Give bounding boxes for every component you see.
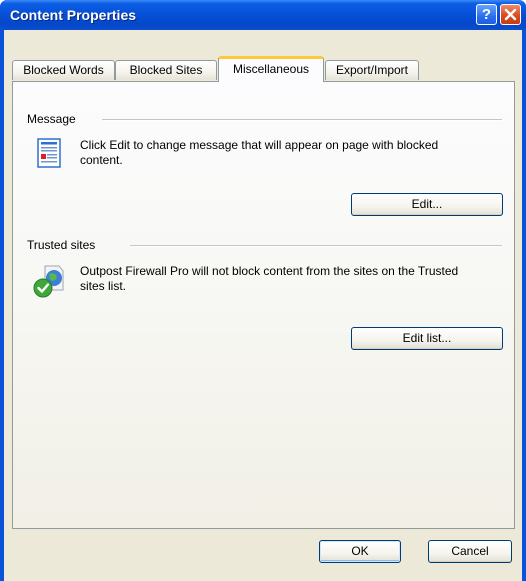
trusted-sites-description: Outpost Firewall Pro will not block cont… — [80, 264, 459, 293]
ok-button[interactable]: OK — [319, 540, 401, 563]
help-icon: ? — [481, 6, 492, 23]
window-title: Content Properties — [10, 7, 137, 23]
edit-message-button[interactable]: Edit... — [351, 193, 503, 216]
close-button[interactable] — [500, 4, 521, 25]
title-bar[interactable]: Content Properties ? — [0, 0, 526, 30]
tab-miscellaneous[interactable]: Miscellaneous — [218, 56, 324, 82]
message-divider — [102, 119, 502, 121]
miscellaneous-panel: Message Click Edit to change message tha… — [12, 81, 515, 529]
trusted-sites-divider — [130, 245, 502, 247]
trusted-globe-icon — [33, 265, 64, 298]
help-button[interactable]: ? — [476, 4, 497, 25]
content-properties-window: Content Properties ? Blocked Words Block… — [0, 0, 526, 581]
tab-strip: Blocked Words Blocked Sites Miscellaneou… — [4, 30, 522, 82]
edit-list-button[interactable]: Edit list... — [351, 327, 503, 350]
tab-export-import[interactable]: Export/Import — [325, 60, 419, 80]
tab-blocked-sites[interactable]: Blocked Sites — [115, 60, 217, 80]
tab-blocked-words[interactable]: Blocked Words — [12, 60, 115, 80]
cancel-button[interactable]: Cancel — [428, 540, 512, 563]
document-icon — [37, 138, 61, 168]
message-section-label: Message — [27, 112, 76, 126]
message-description: Click Edit to change message that will a… — [80, 138, 439, 167]
dialog-client-area: Blocked Words Blocked Sites Miscellaneou… — [4, 30, 522, 581]
trusted-sites-section-label: Trusted sites — [27, 238, 96, 252]
close-icon — [504, 8, 517, 21]
